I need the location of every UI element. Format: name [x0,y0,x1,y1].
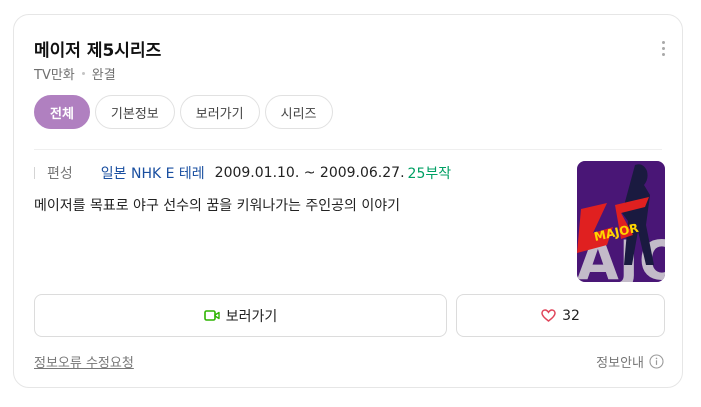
info-bar [34,167,35,179]
tab-watch[interactable]: 보러가기 [179,95,260,129]
broadcast-info: 편성 일본 NHK E 테레 2009.01.10. ~ 2009.06.27.… [34,163,451,183]
heart-icon [541,309,556,322]
report-error-link[interactable]: 정보오류 수정요청 [34,352,134,371]
watch-button[interactable]: 보러가기 [34,294,447,337]
tab-all[interactable]: 전체 [34,95,90,129]
video-camera-icon [203,310,220,321]
broadcast-dates: 2009.01.10. ~ 2009.06.27. [214,165,405,181]
watch-button-label: 보러가기 [225,308,278,325]
episode-count: 25부작 [407,166,452,182]
like-button[interactable]: 32 [456,294,665,337]
poster-image[interactable]: AJO MAJOR [577,161,665,282]
more-options-icon[interactable] [662,41,666,57]
like-count: 32 [562,307,580,324]
status-label: 완결 [91,68,116,83]
drama-info-card: 메이저 제5시리즈 TV만화 완결 전체 기본정보 보러가기 시리즈 편성 일본… [13,14,683,388]
subtitle: TV만화 완결 [34,64,116,83]
tab-series[interactable]: 시리즈 [264,95,333,129]
tab-bar: 전체 기본정보 보러가기 시리즈 [34,95,338,129]
info-label: 편성 [47,166,73,182]
channel-link[interactable]: 일본 NHK E 테레 [101,163,205,183]
major-poster-graphic: AJO MAJOR [577,161,665,282]
divider [34,149,662,150]
separator-dot [81,72,85,75]
tab-basic-info[interactable]: 기본정보 [94,95,175,129]
info-icon [649,354,664,369]
page-title: 메이저 제5시리즈 [34,41,162,61]
description: 메이저를 목표로 야구 선수의 꿈을 키워나가는 주인공의 이야기 [34,198,401,214]
info-guide-label: 정보안내 [596,356,644,371]
info-guide-link[interactable]: 정보안내 [596,352,664,371]
category-label: TV만화 [34,68,75,83]
